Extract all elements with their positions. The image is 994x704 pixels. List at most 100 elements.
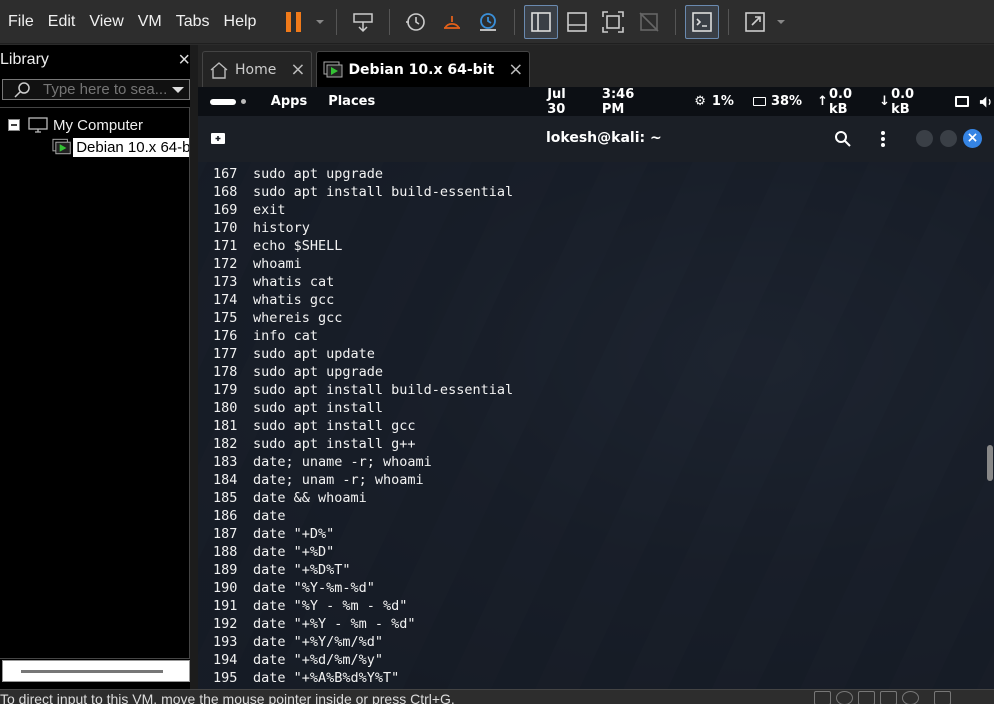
minimize-button[interactable] [916,130,933,147]
menu-edit[interactable]: Edit [41,0,83,44]
chevron-down-icon [777,19,786,24]
history-number: 185 [213,490,238,506]
stretch-guest-button[interactable] [738,5,772,39]
history-command: whoami [253,256,302,272]
history-command: date "+%D%T" [253,562,351,578]
history-line: 180 sudo apt install [213,399,513,417]
scrollbar-thumb[interactable] [987,445,993,481]
vm-display[interactable]: Apps Places Jul 30 3:46 PM ⚙ 1% 38% ↑ 0.… [198,87,994,689]
history-number: 188 [213,544,238,560]
menu-vm[interactable]: VM [131,0,169,44]
show-library-button[interactable] [524,4,559,39]
library-horizontal-scrollbar[interactable] [2,660,190,682]
home-icon [210,61,228,79]
search-icon[interactable] [834,130,852,148]
history-number: 173 [213,274,238,290]
apps-menu[interactable]: Apps [271,94,307,109]
close-tab-button[interactable]: × [290,59,305,80]
unity-disabled-icon [639,11,660,32]
console-icon [692,11,713,32]
history-line: 183 date; uname -r; whoami [213,453,513,471]
history-number: 175 [213,310,238,326]
collapse-icon[interactable] [8,119,20,131]
unity-mode-button[interactable] [632,5,666,39]
stretch-dropdown[interactable] [774,5,788,39]
library-search-input[interactable] [39,81,170,98]
menu-file[interactable]: File [0,0,41,44]
history-number: 182 [213,436,238,452]
menu-help[interactable]: Help [217,0,264,44]
tab-debian[interactable]: Debian 10.x 64-bit × [316,51,531,87]
snapshot-button[interactable] [399,5,433,39]
kebab-menu-icon[interactable] [880,130,886,148]
history-number: 177 [213,346,238,362]
tree-item-label: Debian 10.x 64-b [73,137,189,157]
history-command: date "+D%" [253,526,335,542]
terminal-header: lokesh@kali: ~ × [198,116,994,162]
sound-icon[interactable] [880,691,897,704]
close-library-button[interactable]: × [178,49,190,72]
history-number: 171 [213,238,238,254]
menu-view[interactable]: View [82,0,130,44]
stretch-icon [745,11,766,32]
history-line: 170 history [213,219,513,237]
tree-item-my-computer[interactable]: My Computer [0,114,189,136]
close-button[interactable]: × [963,129,982,148]
terminal-scrollbar[interactable] [986,162,994,689]
menu-tabs[interactable]: Tabs [169,0,217,44]
show-thumbnail-bar-button[interactable] [560,5,594,39]
revert-icon [444,15,461,29]
history-line: 187 date "+D%" [213,525,513,543]
clock-date[interactable]: Jul 30 [547,87,585,117]
tree-item-label: My Computer [53,116,144,134]
tab-home[interactable]: Home × [202,51,313,87]
history-number: 176 [213,328,238,344]
scrollbar-thumb[interactable] [21,670,163,673]
chevron-down-icon[interactable] [170,85,186,95]
history-line: 173 whatis cat [213,273,513,291]
computer-icon [28,117,48,133]
display-icon[interactable] [955,96,970,107]
history-line: 181 sudo apt install gcc [213,417,513,435]
new-tab-icon[interactable] [210,131,228,147]
activities-indicator[interactable] [210,98,256,105]
history-command: date; uname -r; whoami [253,454,432,470]
revert-snapshot-button[interactable] [435,5,469,39]
clock-time[interactable]: 3:46 PM [602,87,656,117]
pane-splitter[interactable] [190,45,198,689]
send-ctrl-alt-del-button[interactable] [346,5,380,39]
network-icon[interactable] [858,691,875,704]
bottom-panel-icon [567,11,588,32]
console-view-button[interactable] [685,4,720,39]
full-screen-button[interactable] [596,5,630,39]
places-menu[interactable]: Places [328,94,375,109]
history-command: sudo apt install gcc [253,418,416,434]
history-number: 193 [213,634,238,650]
history-command: sudo apt install build-essential [253,184,514,200]
usb-icon[interactable] [902,691,919,704]
close-tab-button[interactable]: × [508,59,523,80]
tab-label: Debian 10.x 64-bit [348,61,495,78]
pause-button[interactable] [277,5,311,39]
terminal-body[interactable]: 167 sudo apt upgrade 168 sudo apt install b… [198,162,994,689]
history-command: date "%Y-%m-%d" [253,580,375,596]
history-line: 175 whereis gcc [213,309,513,327]
message-icon[interactable] [934,691,951,704]
history-line: 186 date [213,507,513,525]
tree-item-debian-vm[interactable]: Debian 10.x 64-b [52,136,189,158]
snapshot-manager-button[interactable] [471,5,505,39]
history-command: whatis cat [253,274,335,290]
volume-icon[interactable] [979,95,994,109]
toolbar-separator [728,8,730,35]
vm-running-icon [323,61,343,77]
maximize-button[interactable] [940,130,957,147]
cd-icon[interactable] [836,691,853,704]
clock-snapshot-icon [406,12,426,31]
pause-dropdown[interactable] [313,5,327,39]
history-line: 189 date "+%D%T" [213,561,513,579]
hard-disk-icon[interactable] [814,691,831,704]
history-line: 168 sudo apt install build-essential [213,183,513,201]
history-command: date && whoami [253,490,367,506]
net-upload: 0.0 kB [828,87,852,117]
history-command: exit [253,202,286,218]
